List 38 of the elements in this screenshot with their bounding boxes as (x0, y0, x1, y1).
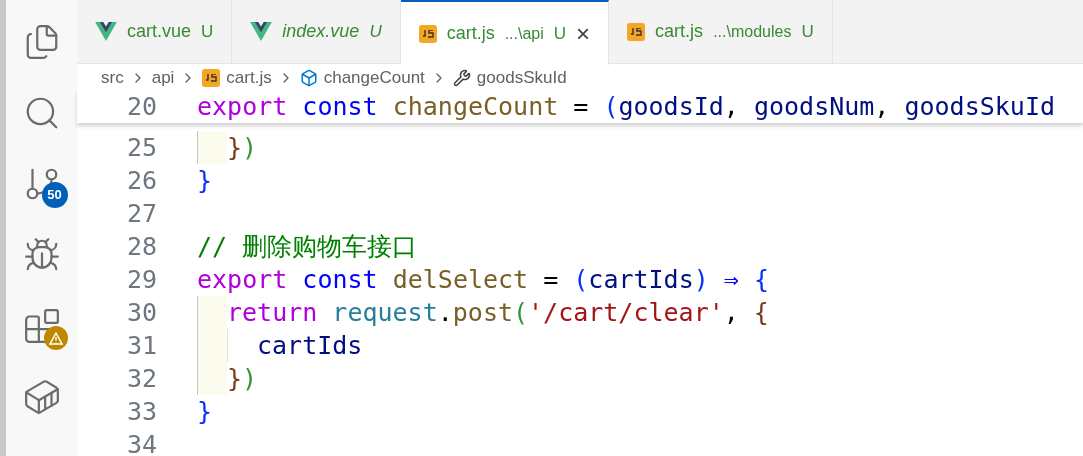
breadcrumb-item[interactable]: api (151, 65, 175, 91)
code-line: }) (227, 131, 258, 164)
breadcrumb-item[interactable]: src (101, 65, 124, 91)
js-icon (627, 22, 646, 41)
code-line: }) (227, 362, 258, 395)
breadcrumb-item[interactable]: cart.js (226, 65, 272, 91)
vue-icon (95, 22, 117, 41)
breadcrumb-item[interactable]: goodsSkuId (476, 65, 567, 91)
editor-tab[interactable]: cart.js ...\api U × (400, 0, 610, 65)
editor-tab[interactable]: cart.js ...\modules U (609, 0, 833, 63)
vue-icon (250, 22, 273, 41)
line-number: 29 (125, 263, 157, 296)
js-icon (202, 69, 221, 87)
badge: 50 (41, 182, 68, 208)
breadcrumb-item[interactable]: changeCount (323, 65, 425, 91)
line-number: 26 (125, 164, 157, 197)
line-number: 31 (125, 329, 157, 362)
line-number: 20 (125, 90, 157, 123)
code-line: } (197, 395, 213, 428)
editor-tab[interactable]: cart.vue U (77, 0, 233, 63)
variable-icon (299, 69, 318, 87)
code-line: cartIds (257, 329, 363, 362)
line-number: 32 (125, 362, 157, 395)
line-number: 27 (125, 197, 157, 230)
line-number: 28 (125, 230, 157, 263)
line-number: 34 (125, 428, 157, 456)
wrench-icon (452, 69, 471, 87)
code-line: return request.post('/cart/clear', { (227, 296, 769, 329)
js-icon (418, 24, 437, 43)
code-comment: // 删除购物车接口 (197, 230, 418, 263)
code-line: export const delSelect = (cartIds) ⇒ { (197, 263, 769, 296)
code-line: } (197, 164, 213, 197)
line-number: 30 (125, 296, 157, 329)
line-number: 33 (125, 395, 157, 428)
line-number: 25 (125, 131, 157, 164)
close-icon[interactable]: × (576, 21, 591, 46)
editor-tab[interactable]: index.vue U (232, 0, 401, 63)
code-line: export const changeCount = (goodsId, goodsNum, goodsSkuId (197, 90, 1055, 123)
